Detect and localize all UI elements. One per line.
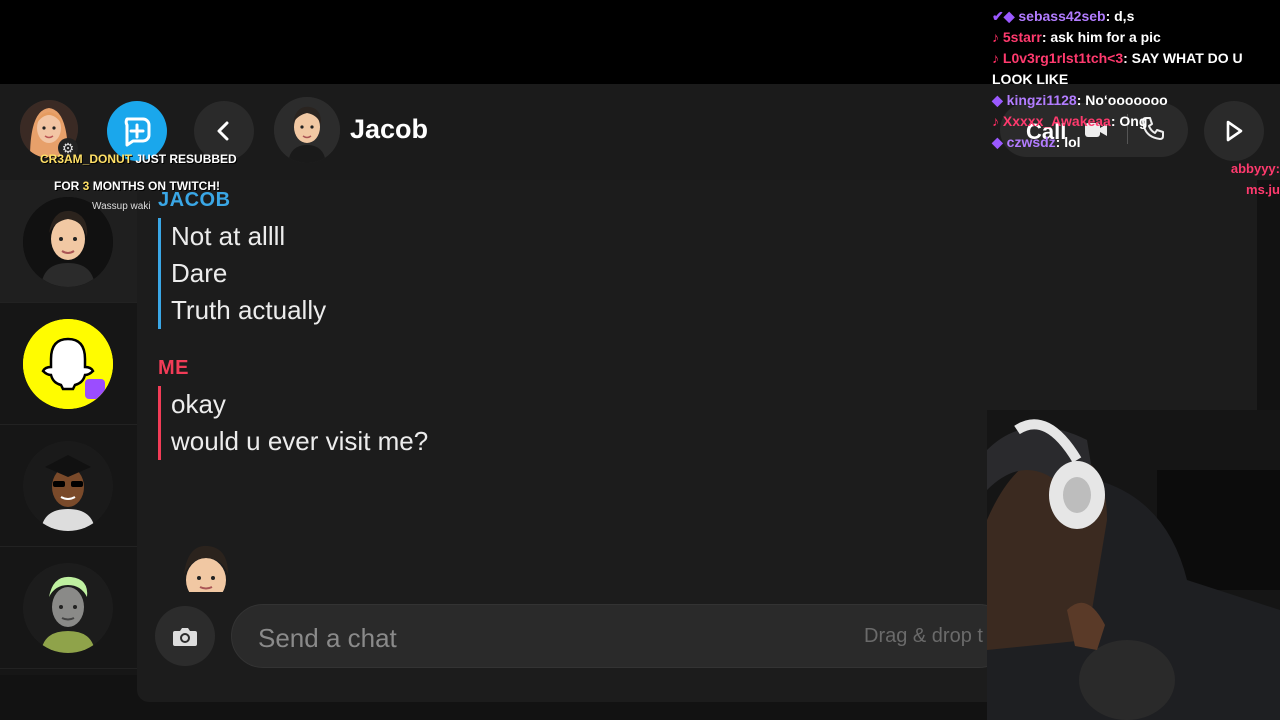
message-text[interactable]: Dare	[171, 255, 326, 292]
sender-label-me: ME	[158, 357, 189, 379]
chat-username: L0v3rg1rlst1tch<3	[1002, 50, 1124, 66]
message-text[interactable]: Not at allll	[171, 218, 326, 255]
message-text[interactable]: Truth actually	[171, 292, 326, 329]
message-text[interactable]: would u ever visit me?	[171, 423, 428, 460]
stream-chat-line: ◆ czwsdz: lol	[992, 132, 1280, 153]
side-chat-line: abbyyy:	[1230, 161, 1280, 176]
twitch-icon: ◆	[992, 134, 1007, 150]
side-chat-line: ms.ju	[1246, 182, 1280, 197]
avatar	[23, 441, 113, 531]
sub-alert-text: JUST RESUBBED	[132, 152, 237, 166]
chat-text: : lol	[1055, 134, 1081, 150]
message-group-jacob: Not at allll Dare Truth actually	[158, 218, 326, 329]
snapchat-ghost-icon	[23, 319, 113, 409]
chat-text: : ask him for a pic	[1041, 29, 1161, 45]
contact-name[interactable]: Jacob	[350, 114, 428, 145]
tiktok-icon: ♪	[992, 50, 1003, 66]
tiktok-icon: ♪	[992, 29, 1003, 45]
sub-alert-username: CR3AM_DONUT	[40, 152, 133, 166]
sub-alert-post: MONTHS ON TWITCH!	[89, 179, 221, 193]
sub-alert-line2: FOR 3 MONTHS ON TWITCH!	[54, 179, 220, 193]
chevron-left-icon	[217, 121, 229, 141]
sub-alert-pre: FOR	[54, 179, 83, 193]
stream-chat-line: ♪ 5starr: ask him for a pic	[992, 27, 1280, 48]
sub-alert-line1: CR3AM_DONUT JUST RESUBBED	[40, 152, 237, 166]
avatar	[23, 563, 113, 653]
stream-chat-line: ◆ kingzi1128: No‘ooooooo	[992, 90, 1280, 111]
chat-username: czwsdz	[1006, 134, 1056, 150]
chat-username: sebass42seb	[1018, 8, 1106, 24]
camera-button[interactable]	[155, 606, 215, 666]
stream-chat-line: ♪ L0v3rg1rlst1tch<3: SAY WHAT DO U LOOK …	[992, 48, 1280, 90]
send-chat-input[interactable]	[256, 619, 820, 657]
chat-username: 5starr	[1002, 29, 1042, 45]
camera-icon	[173, 628, 197, 646]
message-text[interactable]: okay	[171, 386, 428, 423]
sub-alert-message: Wassup waki	[92, 201, 151, 212]
twitch-icon: ✔◆	[992, 8, 1019, 24]
chat-input-box: Drag & drop t	[231, 604, 1011, 668]
sidebar-item-team-snapchat[interactable]	[0, 302, 137, 425]
chat-username: kingzi1128	[1006, 92, 1077, 108]
streamer-webcam	[987, 410, 1280, 720]
tiktok-icon: ♪	[992, 113, 1003, 129]
stream-chat-overlay: ✔◆ sebass42seb: d,s ♪ 5starr: ask him fo…	[992, 6, 1280, 153]
contact-avatar[interactable]	[274, 97, 340, 163]
twitch-icon: ◆	[992, 92, 1007, 108]
side-chat-overlay: abbyyy: ms.ju	[1210, 158, 1280, 200]
conversation-sidebar	[0, 180, 137, 675]
chat-text: : No‘ooooooo	[1076, 92, 1168, 108]
sidebar-item-friend-graduate[interactable]	[0, 424, 137, 547]
sidebar-item-jacob[interactable]	[0, 180, 137, 303]
typing-indicator-avatar	[170, 540, 242, 592]
drag-drop-hint: Drag & drop t	[864, 625, 983, 647]
chat-text: : Ong	[1110, 113, 1148, 129]
new-chat-icon	[124, 117, 151, 147]
sidebar-item-friend-green-hair[interactable]	[0, 546, 137, 669]
chat-text: : d,s	[1105, 8, 1135, 24]
message-group-me: okay would u ever visit me?	[158, 386, 428, 460]
stream-chat-line: ♪ Xxxxx_Awakeaa: Ong	[992, 111, 1280, 132]
stream-chat-line: ✔◆ sebass42seb: d,s	[992, 6, 1280, 27]
chat-username: Xxxxx_Awakeaa	[1002, 113, 1111, 129]
